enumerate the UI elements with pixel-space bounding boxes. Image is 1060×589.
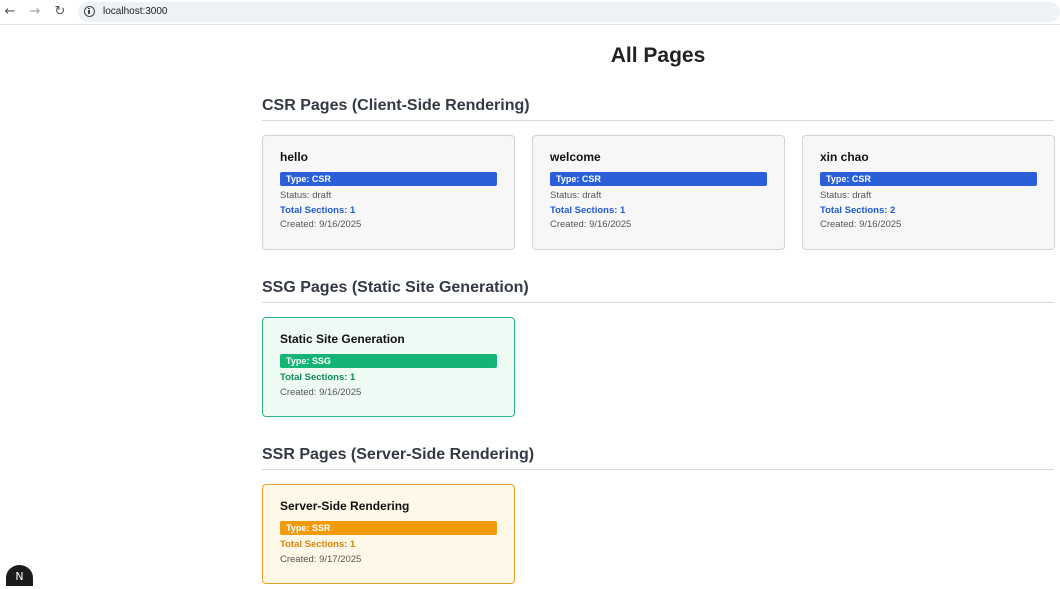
page-title: All Pages — [610, 44, 706, 67]
card-title: hello — [280, 150, 309, 164]
nextjs-dev-indicator-icon[interactable]: N — [6, 565, 33, 586]
total-sections-text: Total Sections: 2 — [820, 204, 896, 216]
total-sections-text: Total Sections: 1 — [280, 204, 356, 216]
url-text[interactable]: localhost:3000 — [103, 6, 168, 17]
created-date: Created: 9/16/2025 — [280, 219, 362, 230]
created-date: Created: 9/16/2025 — [820, 219, 902, 230]
ssr-section-heading: SSR Pages (Server-Side Rendering) — [262, 446, 1054, 470]
status-text: Status: draft — [820, 190, 872, 201]
total-sections-text: Total Sections: 1 — [550, 204, 626, 216]
page-card-server-side-rendering[interactable]: Server-Side Rendering Type: SSR Total Se… — [262, 484, 515, 584]
ssg-section-heading: SSG Pages (Static Site Generation) — [262, 279, 1054, 303]
total-sections-text: Total Sections: 1 — [280, 539, 356, 550]
page-card-welcome[interactable]: welcome Type: CSR Status: draft Total Se… — [532, 135, 785, 250]
card-title: xin chao — [820, 150, 869, 164]
forward-arrow-icon[interactable]: → — [27, 4, 43, 20]
card-title: Static Site Generation — [280, 332, 405, 346]
page-card-static-site-generation[interactable]: Static Site Generation Type: SSG Total S… — [262, 317, 515, 417]
type-badge: Type: SSG — [280, 354, 497, 368]
total-sections-text: Total Sections: 1 — [280, 372, 356, 383]
created-date: Created: 9/16/2025 — [280, 386, 362, 398]
created-date: Created: 9/17/2025 — [280, 553, 362, 565]
type-badge: Type: CSR — [820, 172, 1037, 186]
type-badge: Type: CSR — [280, 172, 497, 186]
page-card-xin-chao[interactable]: xin chao Type: CSR Status: draft Total S… — [802, 135, 1055, 250]
type-badge: Type: CSR — [550, 172, 767, 186]
card-title: welcome — [550, 150, 601, 164]
status-text: Status: draft — [550, 190, 602, 201]
site-info-icon[interactable] — [84, 6, 95, 17]
created-date: Created: 9/16/2025 — [550, 219, 632, 230]
address-bar[interactable] — [78, 2, 1060, 22]
card-title: Server-Side Rendering — [280, 499, 410, 513]
type-badge: Type: SSR — [280, 521, 497, 535]
browser-toolbar: ← → ↻ localhost:3000 — [0, 0, 1060, 25]
csr-section-heading: CSR Pages (Client-Side Rendering) — [262, 97, 1054, 121]
back-arrow-icon[interactable]: ← — [2, 4, 18, 20]
page-card-hello[interactable]: hello Type: CSR Status: draft Total Sect… — [262, 135, 515, 250]
reload-icon[interactable]: ↻ — [52, 4, 68, 20]
status-text: Status: draft — [280, 190, 332, 201]
